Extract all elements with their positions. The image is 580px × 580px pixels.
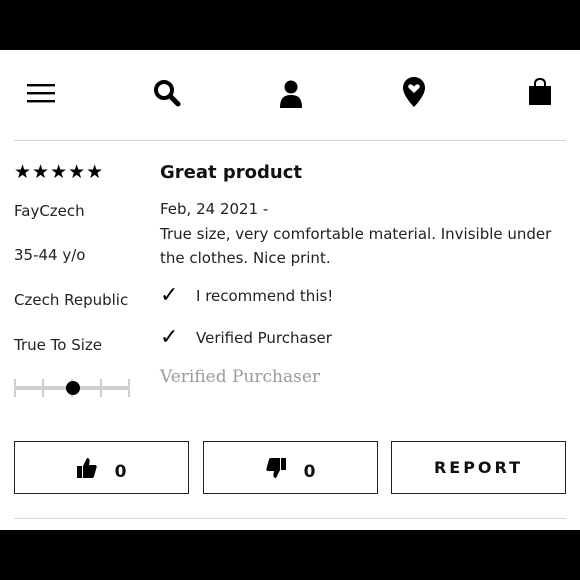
review-date: Feb, 24 2021 -: [160, 200, 269, 218]
reviewer-country: Czech Republic: [14, 291, 129, 309]
helpful-count: 0: [114, 461, 127, 482]
checkmark-icon: ✓: [160, 283, 179, 308]
menu-icon[interactable]: [25, 78, 57, 108]
checkmark-icon: ✓: [160, 325, 179, 350]
location-icon[interactable]: [399, 75, 429, 109]
fit-scale-tick: [128, 379, 130, 397]
fit-scale-tick: [42, 379, 44, 397]
not-helpful-button[interactable]: 0: [203, 441, 378, 494]
thumbs-up-icon: [76, 457, 97, 479]
account-icon[interactable]: [276, 78, 306, 110]
divider-bottom: [14, 518, 566, 519]
report-label: REPORT: [433, 458, 524, 477]
recommend-row: ✓ I recommend this!: [160, 285, 333, 307]
thumbs-down-icon: [265, 457, 286, 479]
fit-label: True To Size: [14, 336, 102, 354]
search-icon[interactable]: [151, 77, 183, 109]
reviewer-name: FayCzech: [14, 202, 85, 220]
fit-scale: [14, 376, 132, 400]
bag-icon[interactable]: [525, 76, 555, 108]
review-text: True size, very comfortable material. In…: [160, 225, 552, 267]
verified-label: Verified Purchaser: [196, 329, 332, 347]
recommend-label: I recommend this!: [196, 287, 334, 305]
verified-row: ✓ Verified Purchaser: [160, 327, 332, 349]
fit-scale-marker: [66, 381, 80, 395]
divider-top: [14, 140, 566, 141]
fit-scale-tick: [14, 379, 16, 397]
verified-purchaser-badge: Verified Purchaser: [160, 367, 321, 387]
fit-scale-tick: [100, 379, 102, 397]
not-helpful-count: 0: [303, 461, 316, 482]
review-page: ★★★★★ FayCzech 35-44 y/o Czech Republic …: [0, 50, 580, 530]
helpful-button[interactable]: 0: [14, 441, 189, 494]
reviewer-age: 35-44 y/o: [14, 246, 86, 264]
review-title: Great product: [160, 162, 302, 183]
report-button[interactable]: REPORT: [391, 441, 566, 494]
top-nav: [0, 50, 580, 142]
star-rating: ★★★★★: [14, 161, 105, 183]
